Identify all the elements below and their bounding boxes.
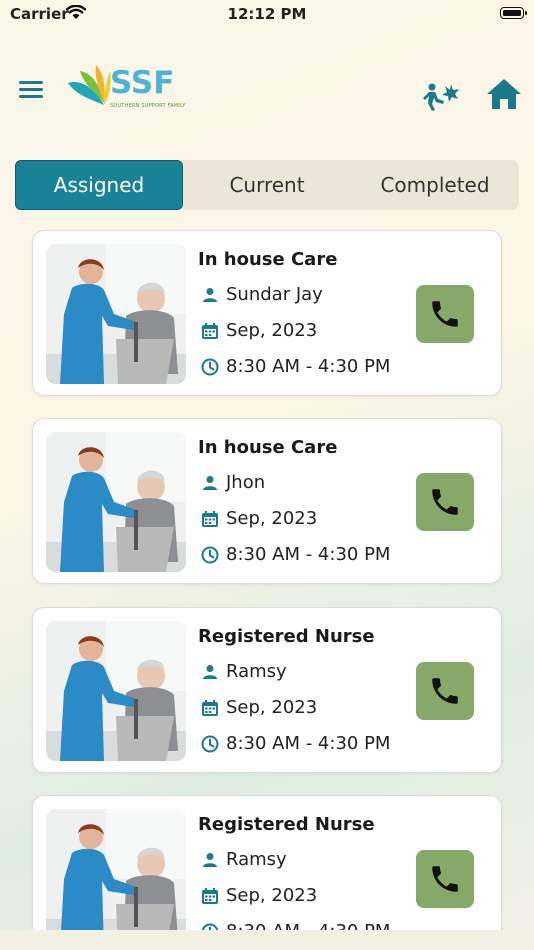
client-row: Sundar Jay	[201, 284, 323, 305]
date-row: Sep, 2023	[201, 697, 317, 718]
job-time: 8:30 AM - 4:30 PM	[226, 544, 391, 565]
tab-bar: Assigned Current Completed	[15, 160, 519, 210]
menu-button[interactable]	[19, 81, 43, 99]
calendar-icon	[201, 699, 219, 717]
clock-icon	[201, 735, 219, 753]
time-row: 8:30 AM - 4:30 PM	[201, 921, 390, 930]
job-card[interactable]: In house Care Jhon Sep, 2023 8:30 AM - 4…	[32, 418, 502, 584]
status-time: 12:12 PM	[227, 5, 307, 23]
job-time: 8:30 AM - 4:30 PM	[226, 921, 390, 930]
client-name: Ramsy	[226, 661, 287, 682]
phone-icon	[432, 866, 458, 892]
time-row: 8:30 AM - 4:30 PM	[201, 733, 390, 754]
client-row: Ramsy	[201, 661, 287, 682]
logo-tagline: SOUTHERN SUPPORT FAMILY	[110, 103, 186, 109]
job-list[interactable]: In house Care Sundar Jay Sep, 2023 8:30 …	[0, 230, 534, 930]
caregiver-photo	[46, 621, 186, 761]
sos-icon[interactable]	[423, 82, 459, 112]
menu-icon	[19, 81, 43, 84]
phone-icon	[432, 489, 458, 515]
person-icon	[201, 474, 219, 492]
person-icon	[201, 286, 219, 304]
date-row: Sep, 2023	[201, 320, 317, 341]
job-date: Sep, 2023	[226, 697, 318, 718]
tab-current[interactable]: Current	[183, 160, 351, 210]
time-row: 8:30 AM - 4:30 PM	[201, 544, 390, 565]
tab-completed[interactable]: Completed	[351, 160, 519, 210]
person-icon	[201, 851, 219, 869]
time-row: 8:30 AM - 4:30 PM	[201, 356, 390, 377]
app-header: SSF SOUTHERN SUPPORT FAMILY	[0, 55, 534, 125]
client-name: Jhon	[226, 472, 266, 493]
call-button[interactable]	[416, 662, 474, 720]
job-date: Sep, 2023	[226, 885, 318, 906]
calendar-icon	[201, 510, 219, 528]
client-row: Ramsy	[201, 849, 287, 870]
job-card[interactable]: In house Care Sundar Jay Sep, 2023 8:30 …	[32, 230, 502, 396]
job-title: In house Care	[198, 249, 338, 270]
job-card[interactable]: Registered Nurse Ramsy Sep, 2023 8:30 AM…	[32, 607, 502, 773]
bottom-area	[0, 930, 534, 950]
phone-icon	[432, 678, 458, 704]
logo-text: SSF	[110, 65, 175, 101]
caregiver-photo	[46, 809, 186, 930]
person-icon	[201, 663, 219, 681]
tab-assigned[interactable]: Assigned	[15, 160, 183, 210]
calendar-icon	[201, 887, 219, 905]
job-date: Sep, 2023	[226, 508, 318, 529]
client-name: Ramsy	[226, 849, 287, 870]
call-button[interactable]	[416, 850, 474, 908]
battery-icon	[500, 7, 527, 19]
clock-icon	[201, 923, 219, 930]
caregiver-photo	[46, 244, 186, 384]
date-row: Sep, 2023	[201, 885, 317, 906]
job-title: In house Care	[198, 437, 338, 458]
job-time: 8:30 AM - 4:30 PM	[226, 356, 391, 377]
call-button[interactable]	[416, 473, 474, 531]
call-button[interactable]	[416, 285, 474, 343]
status-bar: Carrier 12:12 PM	[0, 0, 534, 30]
client-name: Sundar Jay	[226, 284, 323, 305]
calendar-icon	[201, 322, 219, 340]
client-row: Jhon	[201, 472, 265, 493]
date-row: Sep, 2023	[201, 508, 317, 529]
clock-icon	[201, 358, 219, 376]
home-icon[interactable]	[486, 78, 522, 110]
job-title: Registered Nurse	[198, 626, 375, 647]
caregiver-photo	[46, 432, 186, 572]
clock-icon	[201, 546, 219, 564]
phone-icon	[432, 301, 458, 327]
app-logo: SSF SOUTHERN SUPPORT FAMILY	[66, 63, 188, 111]
job-title: Registered Nurse	[198, 814, 375, 835]
job-time: 8:30 AM - 4:30 PM	[226, 733, 391, 754]
job-card[interactable]: Registered Nurse Ramsy Sep, 2023 8:30 AM…	[32, 795, 502, 930]
job-date: Sep, 2023	[226, 320, 318, 341]
